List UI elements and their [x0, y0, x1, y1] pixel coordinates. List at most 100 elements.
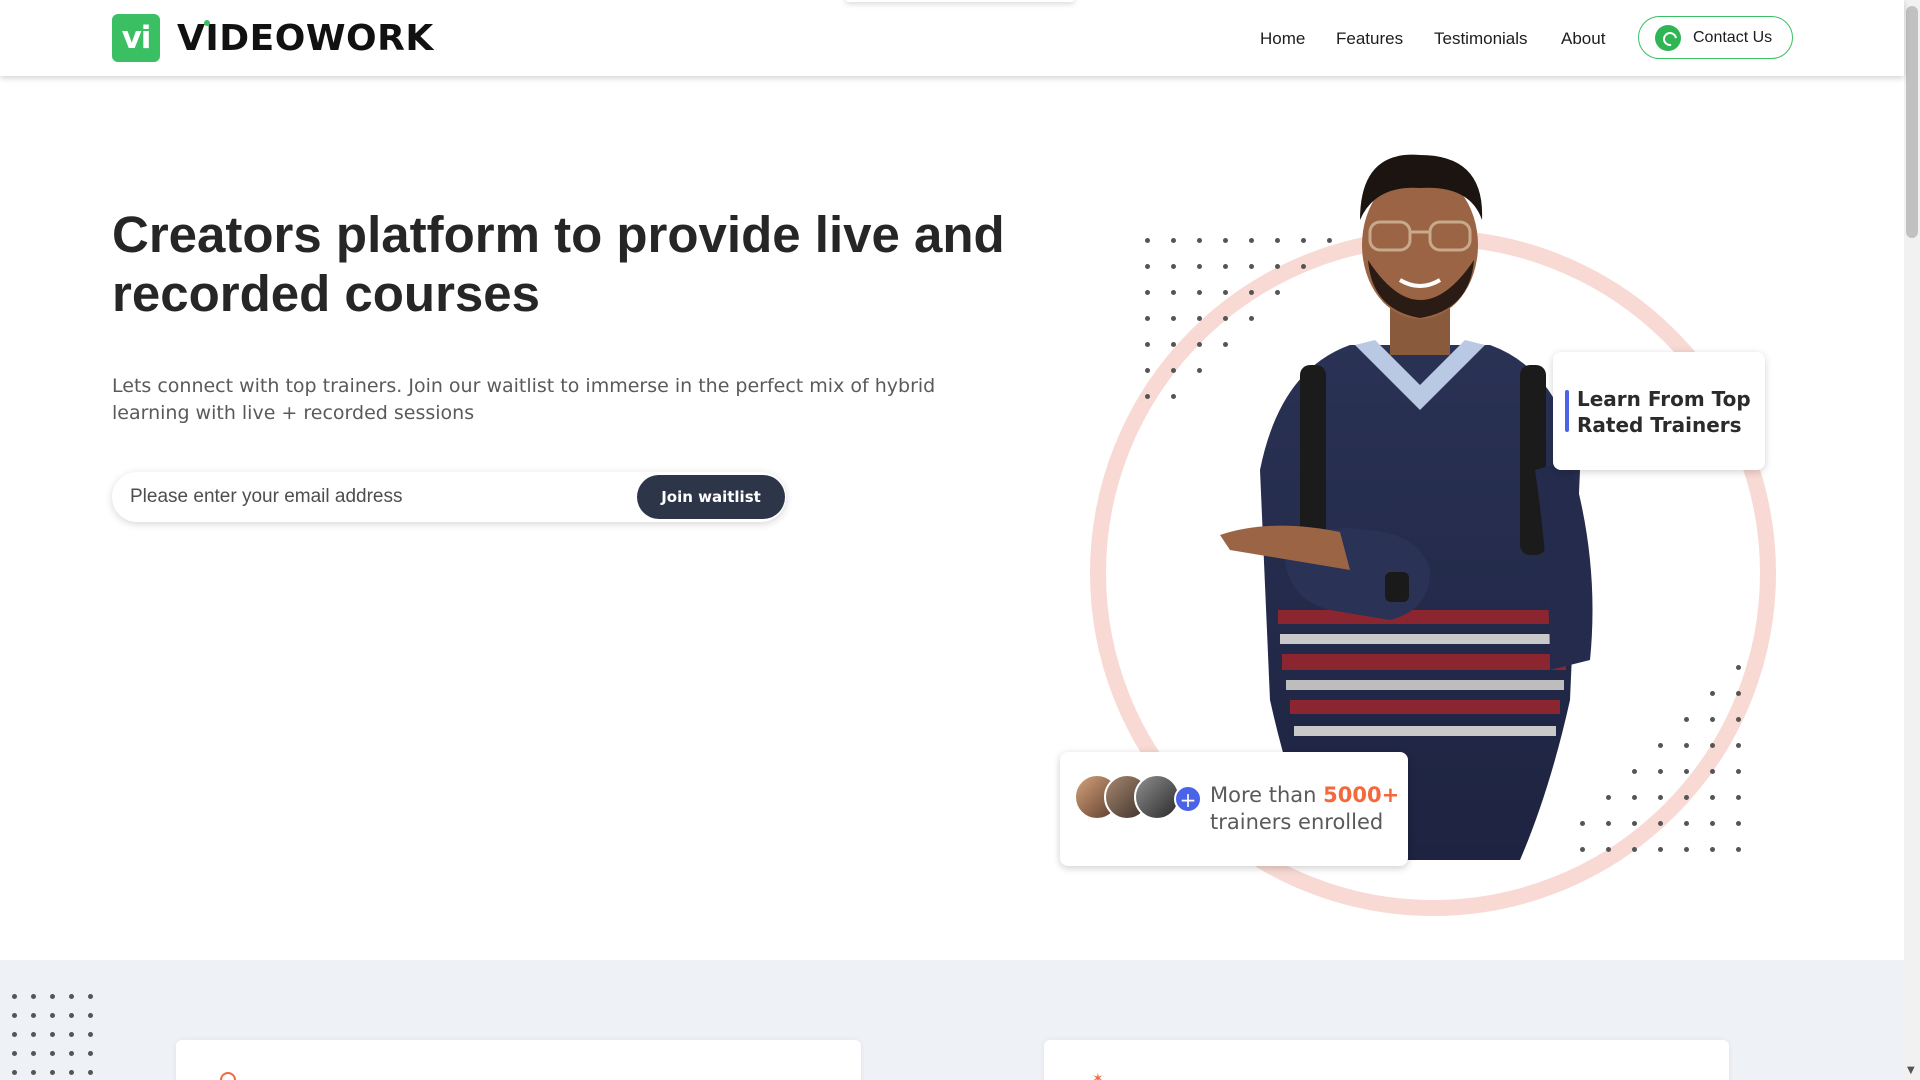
nav-features[interactable]: Features — [1336, 29, 1403, 49]
feature-card-2: ✶ — [1044, 1040, 1729, 1080]
scrollbar[interactable]: ▼ — [1904, 0, 1920, 1080]
dot — [88, 1032, 93, 1037]
dot — [50, 1013, 55, 1018]
avatar-group: + — [1074, 774, 1202, 822]
dot — [1171, 394, 1176, 399]
dot — [1658, 769, 1663, 774]
dot — [1145, 264, 1150, 269]
title-highlight-recorded: recorded — [109, 265, 333, 322]
dot — [1736, 821, 1741, 826]
scroll-down-arrow[interactable]: ▼ — [1907, 1065, 1915, 1076]
dot — [1736, 769, 1741, 774]
dot — [1658, 743, 1663, 748]
scrollbar-thumb[interactable] — [1906, 6, 1918, 238]
dot — [88, 1013, 93, 1018]
dot — [1736, 847, 1741, 852]
dot — [1684, 717, 1689, 722]
hero-title: Creators platform to provide live and re… — [109, 205, 1012, 323]
dot — [1684, 769, 1689, 774]
title-highlight-live: live — [812, 206, 902, 263]
dot — [1684, 743, 1689, 748]
dot — [1710, 743, 1715, 748]
dot — [50, 1032, 55, 1037]
dot — [31, 1070, 36, 1075]
dot — [1710, 769, 1715, 774]
dot — [12, 1013, 17, 1018]
dot — [1171, 368, 1176, 373]
trainers-enrolled-text: More than 5000+ trainers enrolled — [1210, 782, 1399, 836]
dot — [50, 994, 55, 999]
card-accent-bar — [1565, 390, 1569, 432]
dot — [1736, 665, 1741, 670]
dot-pattern-section — [12, 994, 107, 1080]
dot — [1684, 665, 1710, 691]
contact-us-label: Contact Us — [1693, 28, 1773, 46]
star-icon: ✶ — [1092, 1071, 1104, 1080]
dot — [88, 994, 93, 999]
dot — [1145, 238, 1150, 243]
join-waitlist-button[interactable]: Join waitlist — [637, 475, 785, 519]
dot — [12, 1032, 17, 1037]
dot — [1736, 717, 1741, 722]
dot — [1736, 691, 1741, 696]
plus-icon: + — [1174, 785, 1202, 813]
dot — [1684, 691, 1710, 717]
title-part-3: courses — [330, 265, 541, 322]
top-trainers-card: Learn From Top Rated Trainers — [1553, 352, 1765, 470]
dot — [1684, 821, 1689, 826]
dot — [1710, 691, 1715, 696]
dot — [12, 1051, 17, 1056]
dot — [31, 1013, 36, 1018]
logo[interactable]: vi VIDEOWORK — [112, 14, 434, 62]
dot — [88, 1070, 93, 1075]
dot — [69, 1051, 74, 1056]
enrolled-prefix: More than — [1210, 783, 1324, 807]
dot — [31, 1051, 36, 1056]
dot — [50, 1051, 55, 1056]
nav-about[interactable]: About — [1561, 29, 1605, 49]
title-part-2: and — [899, 206, 1005, 263]
dot — [1145, 342, 1150, 347]
dot — [1658, 691, 1684, 717]
dot — [1710, 795, 1715, 800]
dot — [1658, 795, 1663, 800]
feature-icon — [220, 1072, 236, 1080]
enrolled-count: 5000+ — [1323, 783, 1400, 807]
dot — [1736, 795, 1741, 800]
nav-home[interactable]: Home — [1260, 29, 1305, 49]
dot — [69, 1070, 74, 1075]
trainers-enrolled-card: + More than 5000+ trainers enrolled — [1060, 752, 1408, 866]
nav-testimonials[interactable]: Testimonials — [1434, 29, 1528, 49]
dot — [1710, 821, 1715, 826]
top-trainers-text: Learn From Top Rated Trainers — [1577, 387, 1751, 437]
dot — [1684, 795, 1689, 800]
dot — [1171, 342, 1176, 347]
dot — [50, 1070, 55, 1075]
dot — [1736, 743, 1741, 748]
dot — [1710, 847, 1715, 852]
dot — [1658, 821, 1663, 826]
dot — [69, 994, 74, 999]
dot — [1171, 238, 1176, 243]
dot — [1145, 394, 1150, 399]
dot — [1658, 717, 1684, 743]
logo-mark: vi — [112, 14, 160, 62]
dot — [1684, 847, 1689, 852]
contact-us-button[interactable]: Contact Us — [1638, 16, 1793, 59]
title-part-1: Creators platform to provide — [112, 206, 815, 263]
dot — [69, 1032, 74, 1037]
whatsapp-icon — [1655, 24, 1681, 51]
dot — [69, 1013, 74, 1018]
hero-subtitle: Lets connect with top trainers. Join our… — [112, 375, 936, 424]
dot — [31, 994, 36, 999]
dot — [12, 994, 17, 999]
dot — [1710, 717, 1715, 722]
dot — [12, 1070, 17, 1075]
enrolled-suffix: trainers enrolled — [1210, 810, 1384, 834]
brand-name: VIDEOWORK — [177, 17, 434, 59]
dot — [1658, 847, 1663, 852]
top-pill — [845, 0, 1075, 2]
logo-dot — [204, 19, 210, 26]
dot — [1171, 264, 1176, 269]
logo-text: VIDEOWORK — [177, 18, 434, 59]
